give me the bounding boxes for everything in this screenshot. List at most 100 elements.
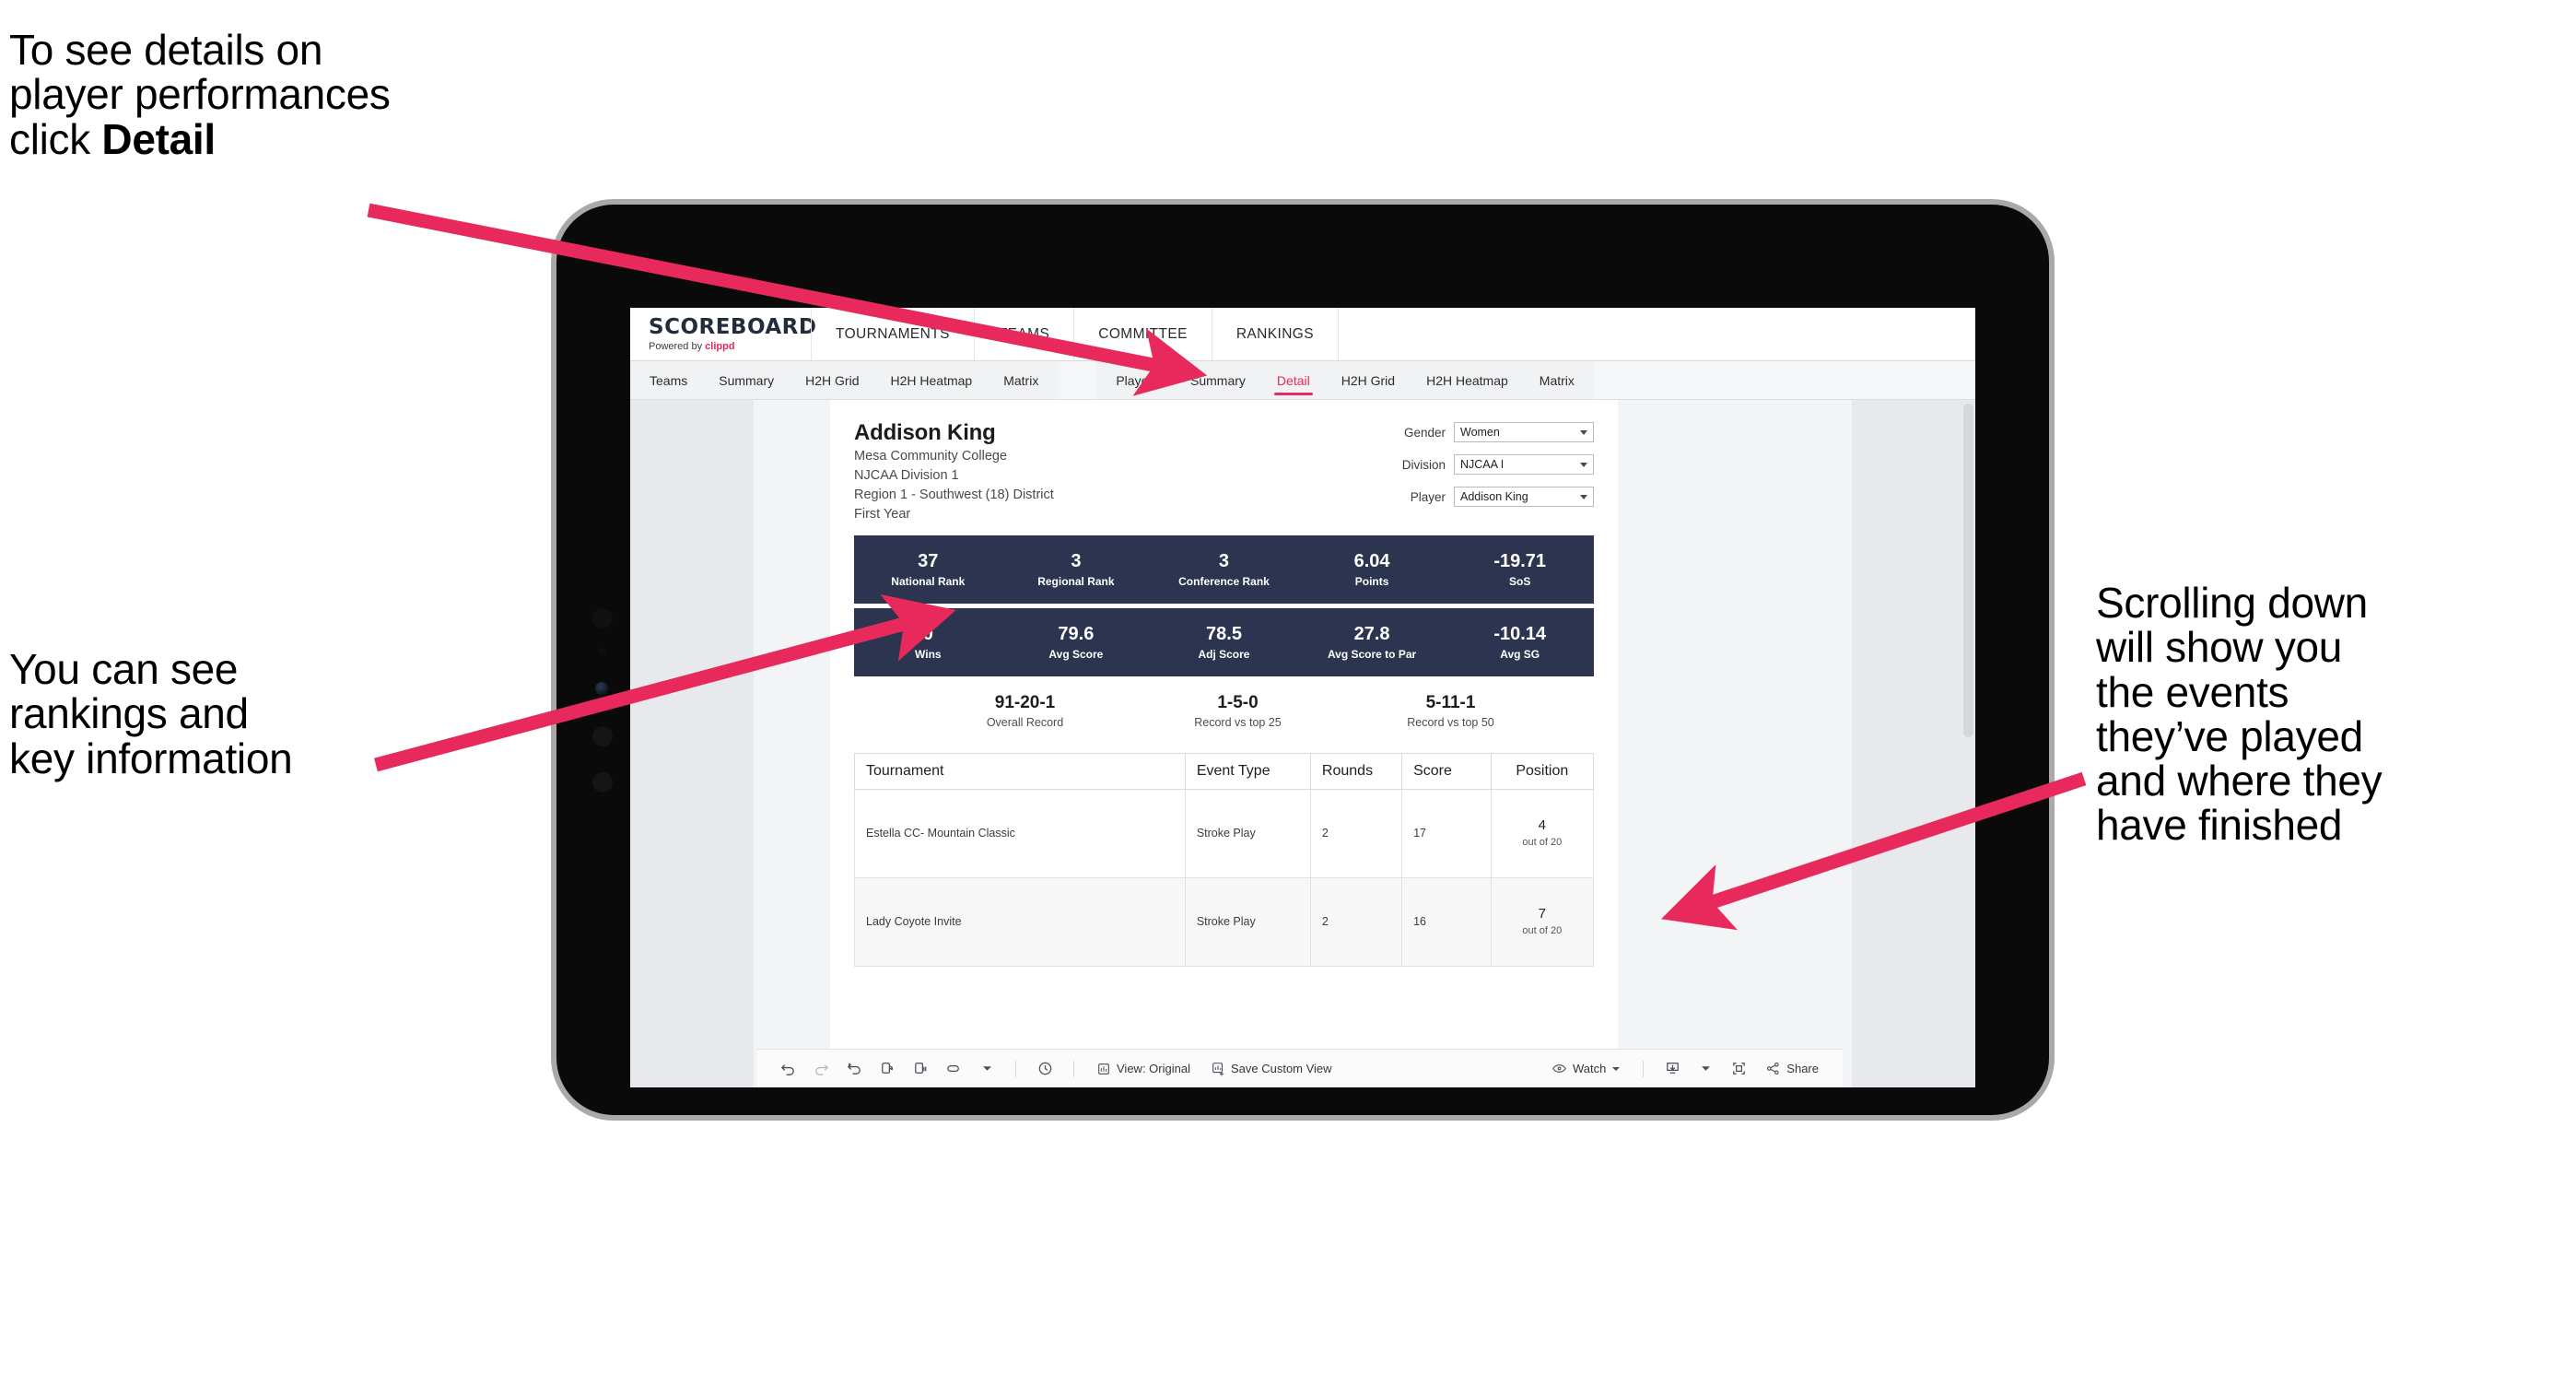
position-field-size: out of 20: [1522, 924, 1563, 936]
stat-wins: 0 Wins: [854, 608, 1002, 676]
th-rounds[interactable]: Rounds: [1309, 752, 1403, 790]
tab-team-matrix[interactable]: Matrix: [988, 361, 1054, 399]
division-select[interactable]: NJCAA I: [1454, 454, 1594, 475]
record-vs-top-25: 1-5-0 Record vs top 25: [1131, 693, 1344, 729]
stat-label: Avg SG: [1500, 647, 1540, 661]
annotation-text: click: [9, 114, 102, 163]
revert-icon[interactable]: [838, 1055, 870, 1083]
th-event-type[interactable]: Event Type: [1184, 752, 1311, 790]
view-original-label: View: Original: [1117, 1062, 1190, 1075]
nav-item-rankings[interactable]: RANKINGS: [1212, 308, 1339, 360]
annotation-line: To see details on: [9, 26, 323, 74]
tab-team-summary[interactable]: Summary: [703, 361, 790, 399]
player-detail-card: Addison King Mesa Community College NJCA…: [830, 400, 1618, 1052]
tab-teams[interactable]: Teams: [634, 361, 703, 399]
filter-division: Division NJCAA I: [1375, 454, 1594, 475]
cell-tournament: Lady Coyote Invite: [854, 876, 1186, 967]
tablet-sensor-icon: [592, 772, 613, 793]
record-vs-top-50: 5-11-1 Record vs top 50: [1344, 693, 1557, 729]
player-select[interactable]: Addison King: [1454, 487, 1594, 507]
nav-item-committee[interactable]: COMMITTEE: [1074, 308, 1212, 360]
gender-select[interactable]: Women: [1454, 422, 1594, 442]
card-header: Addison King Mesa Community College NJCA…: [854, 420, 1594, 524]
filter-panel: Gender Women Division NJCAA I Player Add…: [1375, 420, 1594, 524]
share-button[interactable]: Share: [1756, 1055, 1828, 1083]
th-score[interactable]: Score: [1401, 752, 1492, 790]
th-tournament[interactable]: Tournament: [854, 752, 1186, 790]
stat-regional-rank: 3 Regional Rank: [1002, 535, 1151, 604]
tab-player-h2h-heatmap[interactable]: H2H Heatmap: [1411, 361, 1524, 399]
stat-avg-score: 79.6 Avg Score: [1002, 608, 1151, 676]
chevron-down-icon[interactable]: [971, 1055, 1002, 1083]
annotation-right: Scrolling down will show you the events …: [2096, 581, 2557, 848]
annotation-line: key information: [9, 734, 293, 782]
dashboard-sheet: Addison King Mesa Community College NJCA…: [754, 400, 1852, 1087]
player-division: NJCAA Division 1: [854, 468, 959, 484]
history-icon[interactable]: [1029, 1055, 1060, 1083]
app-header: SCOREBOARD Powered by clippd TOURNAMENTS…: [630, 308, 1975, 361]
cell-position: 4 out of 20: [1490, 788, 1595, 878]
stat-value: -19.71: [1493, 550, 1547, 571]
division-select-value: NJCAA I: [1460, 458, 1505, 471]
fullscreen-icon[interactable]: [1723, 1055, 1754, 1083]
annotation-line: rankings and: [9, 689, 249, 738]
stat-label: National Rank: [891, 574, 966, 588]
stat-label: Adj Score: [1198, 647, 1250, 661]
tablet-sensor-small-icon: [599, 648, 606, 655]
tab-player-summary[interactable]: Summary: [1175, 361, 1261, 399]
annotation-line: player performances: [9, 70, 391, 119]
tab-team-h2h-heatmap[interactable]: H2H Heatmap: [875, 361, 989, 399]
stat-label: Avg Score: [1048, 647, 1104, 661]
app-screen: SCOREBOARD Powered by clippd TOURNAMENTS…: [630, 308, 1975, 1087]
th-position[interactable]: Position: [1490, 752, 1595, 790]
chevron-down-icon: [1612, 1066, 1621, 1071]
tablet-sensor-icon: [592, 608, 613, 628]
filter-label-division: Division: [1401, 457, 1446, 472]
refresh-data-icon[interactable]: [872, 1055, 903, 1083]
annotation-line: Scrolling down: [2096, 579, 2368, 627]
stat-label: Wins: [915, 647, 942, 661]
stat-value: 0: [922, 623, 933, 644]
stats-row-scoring: 0 Wins 79.6 Avg Score 78.5 Adj Score 27.…: [854, 607, 1594, 676]
player-identity: Addison King Mesa Community College NJCA…: [854, 420, 1054, 524]
pause-auto-updates-icon[interactable]: [905, 1055, 936, 1083]
tablet-sensor-icon: [592, 726, 613, 746]
chevron-down-icon: [1580, 494, 1587, 499]
nav-item-tournaments[interactable]: TOURNAMENTS: [811, 308, 975, 360]
tab-team-h2h-grid[interactable]: H2H Grid: [790, 361, 874, 399]
gender-select-value: Women: [1460, 426, 1500, 439]
tablet-camera-icon: [595, 682, 608, 695]
annotation-line: will show you: [2096, 623, 2343, 672]
toolbar-divider: [1073, 1060, 1074, 1077]
table-row[interactable]: Estella CC- Mountain Classic Stroke Play…: [854, 788, 1595, 878]
device-preview-icon[interactable]: [938, 1055, 969, 1083]
tab-players[interactable]: Players: [1100, 361, 1175, 399]
save-custom-view-button[interactable]: Save Custom View: [1201, 1055, 1341, 1083]
toolbar-divider: [1643, 1060, 1645, 1077]
undo-icon[interactable]: [772, 1055, 803, 1083]
redo-icon[interactable]: [805, 1055, 837, 1083]
stat-value: 27.8: [1353, 623, 1390, 644]
stat-label: Regional Rank: [1037, 574, 1115, 588]
sub-navigation-bar: Teams Summary H2H Grid H2H Heatmap Matri…: [630, 361, 1975, 400]
chevron-down-icon[interactable]: [1690, 1055, 1721, 1083]
stat-value: 3: [1071, 550, 1082, 571]
watch-button[interactable]: Watch: [1542, 1055, 1630, 1083]
annotation-line: the events: [2096, 667, 2289, 716]
stat-avg-score-to-par: 27.8 Avg Score to Par: [1298, 608, 1446, 676]
download-icon[interactable]: [1657, 1055, 1688, 1083]
tab-player-h2h-grid[interactable]: H2H Grid: [1326, 361, 1411, 399]
annotation-line: You can see: [9, 645, 239, 693]
view-original-button[interactable]: View: Original: [1087, 1055, 1200, 1083]
tab-player-detail[interactable]: Detail: [1261, 361, 1326, 399]
player-school: Mesa Community College: [854, 449, 1008, 464]
vertical-scrollbar[interactable]: [1963, 404, 1973, 737]
nav-item-teams[interactable]: TEAMS: [975, 308, 1075, 360]
stat-label: SoS: [1509, 574, 1531, 588]
cell-tournament: Estella CC- Mountain Classic: [854, 788, 1186, 878]
table-row[interactable]: Lady Coyote Invite Stroke Play 2 16 7 ou…: [854, 876, 1595, 967]
record-value: 1-5-0: [1217, 692, 1259, 712]
tab-player-matrix[interactable]: Matrix: [1524, 361, 1590, 399]
cell-score: 17: [1401, 788, 1492, 878]
app-logo[interactable]: SCOREBOARD Powered by clippd: [630, 316, 816, 352]
